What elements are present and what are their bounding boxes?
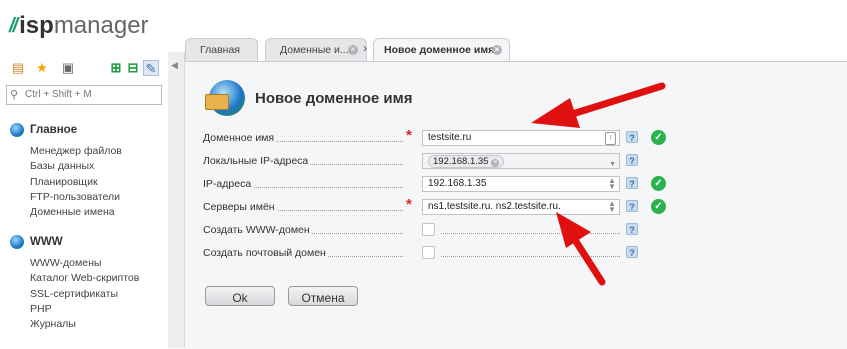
create-mail-checkbox[interactable]	[422, 246, 435, 259]
search-input[interactable]	[25, 87, 155, 101]
tag-value: 192.168.1.35	[433, 156, 489, 167]
page-title: Новое доменное имя	[255, 89, 413, 107]
tag-remove-icon[interactable]: ×	[491, 159, 500, 167]
spinner-icon[interactable]: ▲ ▼	[608, 177, 616, 191]
sidebar-item-domain-names[interactable]: Доменные имена	[30, 205, 122, 220]
close-icon[interactable]: ×	[348, 45, 358, 55]
form-header: Новое доменное имя	[205, 80, 413, 116]
sidebar-item-scheduler[interactable]: Планировщик	[30, 175, 122, 190]
domain-name-input[interactable]: testsite.ru ⁝	[422, 130, 620, 146]
valid-check-icon: ✓	[651, 176, 666, 191]
field-value: ns1.testsite.ru. ns2.testsite.ru.	[428, 201, 561, 212]
ip-tag: 192.168.1.35 ×	[428, 155, 505, 168]
globe-icon	[10, 235, 24, 249]
valid-check-icon: ✓	[651, 130, 666, 145]
required-marker: *	[406, 196, 412, 213]
expand-all-icon[interactable]: ⊞	[108, 60, 124, 76]
keyboard-icon[interactable]: ⁝	[605, 132, 616, 145]
close-icon[interactable]: ×	[492, 45, 502, 55]
create-www-checkbox[interactable]	[422, 223, 435, 236]
form-row-name-servers: Серверы имён * ns1.testsite.ru. ns2.test…	[203, 196, 843, 217]
sidebar-item-php[interactable]: PHP	[30, 302, 139, 317]
section-main: Главное Менеджер файлов Базы данных План…	[10, 122, 122, 220]
help-icon[interactable]: ?	[626, 223, 638, 235]
help-icon[interactable]: ?	[626, 131, 638, 143]
globe-icon	[10, 123, 24, 137]
help-icon[interactable]: ?	[626, 177, 638, 189]
field-value: testsite.ru	[428, 132, 472, 143]
sidebar-item-ftp-users[interactable]: FTP-пользователи	[30, 190, 122, 205]
form-row-create-www: Создать WWW-домен ?	[203, 220, 843, 240]
collapse-arrow-icon: ◀	[171, 60, 178, 70]
ok-button[interactable]: Ok	[205, 286, 275, 306]
sidebar-item-www-domains[interactable]: WWW-домены	[30, 256, 139, 271]
field-label: Локальные IP-адреса	[203, 155, 311, 167]
field-value: 192.168.1.35	[428, 178, 487, 189]
section-main-header[interactable]: Главное	[10, 122, 122, 138]
help-icon[interactable]: ?	[626, 246, 638, 258]
tab-domain-names[interactable]: Доменные и... ×	[265, 38, 367, 61]
section-www: WWW WWW-домены Каталог Web-скриптов SSL-…	[10, 234, 139, 332]
favorites-star-icon[interactable]: ★	[34, 60, 50, 76]
tab-label: Доменные и...	[280, 44, 349, 56]
ip-addresses-input[interactable]: 192.168.1.35 ▲ ▼	[422, 176, 620, 192]
sidebar: ▤ ★ ▣ ⊞ ⊟ ✎ ⚲ Главное Менеджер файлов Ба…	[0, 52, 169, 348]
form-row-create-mail: Создать почтовый домен ?	[203, 243, 843, 263]
chevron-right-icon: ›	[363, 41, 367, 55]
field-label: Создать WWW-домен	[203, 224, 312, 236]
search-icon: ⚲	[10, 89, 19, 101]
tab-bar: Главная Доменные и... × › Новое доменное…	[185, 38, 847, 61]
logo-isp-text: isp	[19, 12, 54, 39]
name-servers-input[interactable]: ns1.testsite.ru. ns2.testsite.ru. ▲ ▼	[422, 199, 620, 215]
help-icon[interactable]: ?	[626, 200, 638, 212]
sidebar-item-web-scripts[interactable]: Каталог Web-скриптов	[30, 271, 139, 286]
sidebar-item-ssl[interactable]: SSL-сертификаты	[30, 287, 139, 302]
field-label: Создать почтовый домен	[203, 247, 328, 259]
local-ip-select[interactable]: 192.168.1.35 × ▼	[422, 153, 620, 169]
cancel-button[interactable]: Отмена	[288, 286, 358, 306]
form-row-ip-addresses: IP-адреса 192.168.1.35 ▲ ▼ ? ✓	[203, 174, 843, 194]
pin-icon[interactable]: ✎	[143, 60, 159, 76]
field-label: IP-адреса	[203, 178, 254, 190]
domain-globe-icon	[205, 80, 245, 116]
form-row-local-ip: Локальные IP-адреса 192.168.1.35 × ▼ ?	[203, 151, 843, 171]
menu-tree-icon[interactable]: ▤	[10, 60, 26, 76]
sidebar-item-logs[interactable]: Журналы	[30, 317, 139, 332]
briefcase-icon[interactable]: ▣	[60, 60, 76, 76]
main-content: Новое доменное имя Доменное имя * testsi…	[185, 61, 847, 349]
field-label: Серверы имён	[203, 201, 277, 213]
field-label: Доменное имя	[203, 132, 277, 144]
tab-new-domain[interactable]: Новое доменное имя ×	[373, 38, 510, 61]
collapse-all-icon[interactable]: ⊟	[125, 60, 141, 76]
section-title: Главное	[30, 124, 78, 136]
app-logo: // isp manager	[9, 12, 149, 40]
tab-label: Новое доменное имя	[384, 44, 495, 56]
help-icon[interactable]: ?	[626, 154, 638, 166]
dropdown-arrow-icon[interactable]: ▼	[609, 158, 616, 172]
section-title: WWW	[30, 236, 63, 248]
logo-mark-icon: //	[9, 14, 18, 37]
required-marker: *	[406, 127, 412, 144]
sidebar-toolbar: ▤ ★ ▣ ⊞ ⊟ ✎	[8, 60, 163, 78]
logo-manager-text: manager	[53, 12, 149, 39]
sidebar-item-databases[interactable]: Базы данных	[30, 159, 122, 174]
tab-label: Главная	[200, 44, 240, 56]
form-row-domain-name: Доменное имя * testsite.ru ⁝ ? ✓	[203, 127, 843, 148]
section-www-header[interactable]: WWW	[10, 234, 139, 250]
spinner-icon[interactable]: ▲ ▼	[608, 200, 616, 214]
valid-check-icon: ✓	[651, 199, 666, 214]
sidebar-search[interactable]: ⚲	[6, 85, 162, 105]
sidebar-collapse-handle[interactable]: ◀	[168, 52, 185, 348]
tab-main[interactable]: Главная	[185, 38, 258, 61]
sidebar-item-file-manager[interactable]: Менеджер файлов	[30, 144, 122, 159]
